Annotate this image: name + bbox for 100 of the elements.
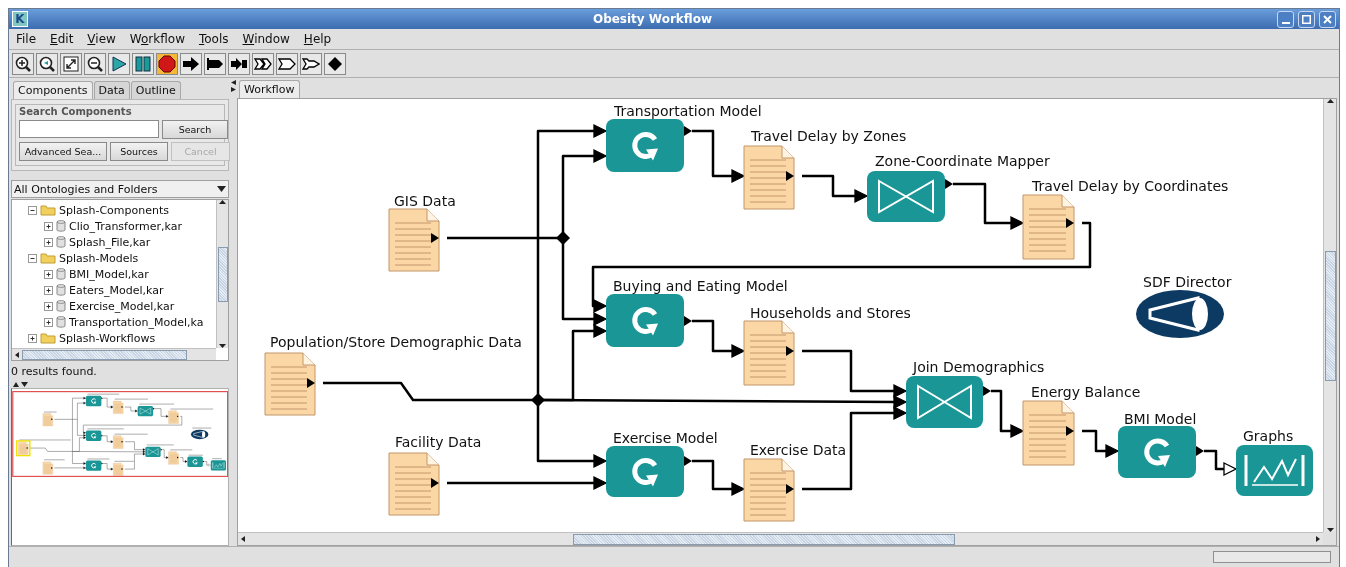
flag-arrow-button[interactable] <box>276 52 298 75</box>
scrollbar[interactable] <box>216 200 228 348</box>
collapse-toggle[interactable] <box>28 253 37 263</box>
document-icon <box>388 208 440 272</box>
tree-item[interactable]: Splash-Models <box>59 251 139 265</box>
scrollbar[interactable] <box>238 532 1323 545</box>
scrollbar-thumb[interactable] <box>217 246 228 302</box>
document-icon <box>743 458 795 522</box>
minimize-button[interactable] <box>1277 10 1294 28</box>
expand-toggle[interactable] <box>44 317 53 327</box>
library-dropdown[interactable]: All Ontologies and Folders <box>11 180 229 198</box>
zoom-out-icon <box>86 54 104 73</box>
expand-toggle[interactable] <box>44 221 53 231</box>
relation-diamond <box>531 393 545 407</box>
expand-toggle[interactable] <box>44 301 53 311</box>
notched-arrow-button[interactable] <box>300 52 322 75</box>
node-label: Travel Delay by Zones <box>751 128 907 144</box>
double-arrow-button[interactable] <box>252 52 274 75</box>
tab[interactable]: Workflow <box>239 80 300 98</box>
tree-item[interactable]: Clio_Transformer,kar <box>69 219 182 233</box>
scroll-down-icon[interactable] <box>1326 528 1334 532</box>
play-button[interactable] <box>108 52 130 75</box>
node-label: Zone-Coordinate Mapper <box>875 153 1050 169</box>
scroll-left-icon[interactable] <box>241 536 245 542</box>
node-label: GIS Data <box>394 193 456 209</box>
expand-toggle[interactable] <box>28 333 37 343</box>
scrollbar-thumb[interactable] <box>573 533 955 545</box>
zoom-fit-icon <box>62 54 80 73</box>
right-arrow-button[interactable] <box>228 52 250 75</box>
connector-arrow <box>1082 429 1120 459</box>
flag-arrow-button[interactable] <box>204 52 226 75</box>
scroll-left-icon[interactable] <box>15 351 19 358</box>
stop-button[interactable] <box>156 52 178 75</box>
tree-item[interactable]: Transportation_Model,ka <box>69 315 204 329</box>
menu-item[interactable]: Window <box>237 31 295 47</box>
close-button[interactable] <box>1319 10 1336 28</box>
button[interactable]: Search <box>162 120 228 139</box>
tree-item[interactable]: Splash_File,kar <box>69 235 151 249</box>
document-icon <box>1022 194 1075 260</box>
zoom-reset-icon <box>38 54 56 73</box>
node-label: Travel Delay by Coordinates <box>1032 178 1229 194</box>
search-field[interactable] <box>19 120 159 138</box>
folder-icon <box>40 252 56 264</box>
button[interactable]: Sources <box>110 142 168 161</box>
tab[interactable]: Components <box>13 81 93 99</box>
scrollbar[interactable] <box>12 348 216 360</box>
expand-toggle[interactable] <box>44 285 53 295</box>
button[interactable]: Advanced Sea... <box>19 142 107 161</box>
minimize-icon <box>1281 21 1290 24</box>
right-arrow-button[interactable] <box>180 52 202 75</box>
document-icon <box>743 320 795 386</box>
scroll-down-icon[interactable] <box>219 344 226 348</box>
window-title: Obesity Workflow <box>591 12 714 26</box>
stop-icon <box>158 54 176 73</box>
cylinder-icon <box>56 316 66 328</box>
tab[interactable]: Outline <box>130 81 181 99</box>
node-label: Households and Stores <box>750 305 911 321</box>
scroll-up-icon[interactable] <box>1326 99 1334 103</box>
zoom-out-button[interactable] <box>84 52 106 75</box>
scrollbar-thumb[interactable] <box>1324 250 1336 381</box>
tree-item[interactable]: Splash-Components <box>59 203 170 217</box>
tree-item[interactable]: Splash-Workflows <box>59 331 156 345</box>
connector-arrow <box>692 129 746 184</box>
menu-item[interactable]: Workflow <box>124 31 190 47</box>
menu-item[interactable]: Help <box>298 31 337 47</box>
document-icon <box>264 352 316 416</box>
node-label: Exercise Data <box>750 442 847 458</box>
results-text: 0 results found. <box>11 364 98 380</box>
collapse-toggle[interactable] <box>28 205 37 215</box>
divider-arrows-icon[interactable] <box>230 80 236 92</box>
menu-item[interactable]: Tools <box>193 31 234 47</box>
menu-item[interactable]: File <box>11 31 42 47</box>
node-label: Buying and Eating Model <box>613 278 788 294</box>
node-label: BMI Model <box>1124 411 1197 427</box>
scroll-right-icon[interactable] <box>1316 536 1320 542</box>
zoom-in-button[interactable] <box>12 52 34 75</box>
tree-item[interactable]: Eaters_Model,kar <box>69 283 164 297</box>
cylinder-icon <box>56 268 66 280</box>
splitter-arrows-icon[interactable] <box>13 381 29 387</box>
right-arrow-icon <box>182 54 200 73</box>
maximize-button[interactable] <box>1298 10 1315 28</box>
tree-item[interactable]: Exercise_Model,kar <box>69 299 175 313</box>
diamond-button[interactable] <box>324 52 346 75</box>
zoom-reset-button[interactable] <box>36 52 58 75</box>
scroll-up-icon[interactable] <box>219 200 226 204</box>
zoom-in-icon <box>14 54 32 73</box>
expand-toggle[interactable] <box>44 269 53 279</box>
expand-toggle[interactable] <box>44 237 53 247</box>
cylinder-icon <box>56 236 66 248</box>
tree-item[interactable]: BMI_Model,kar <box>69 267 149 281</box>
cylinder-icon <box>56 220 66 232</box>
tab[interactable]: Data <box>93 81 130 99</box>
scrollbar[interactable] <box>1323 99 1336 532</box>
scrollbar-thumb[interactable] <box>22 349 187 360</box>
menu-item[interactable]: View <box>82 31 121 47</box>
document-icon <box>743 145 795 210</box>
diamond-icon <box>326 54 344 73</box>
menu-item[interactable]: Edit <box>45 31 79 47</box>
pause-button[interactable] <box>132 52 154 75</box>
zoom-fit-button[interactable] <box>60 52 82 75</box>
